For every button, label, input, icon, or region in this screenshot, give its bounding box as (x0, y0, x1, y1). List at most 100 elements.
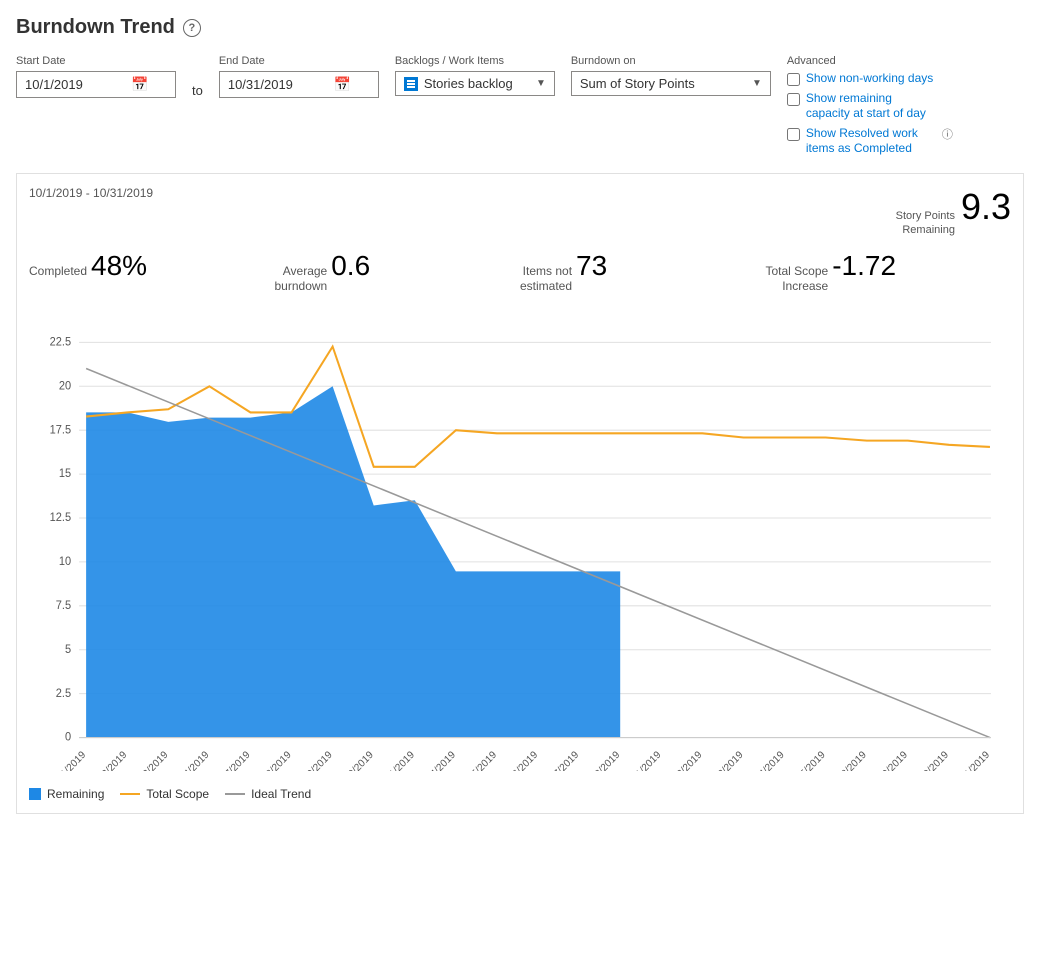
svg-text:10/16/2019: 10/16/2019 (497, 749, 540, 771)
start-date-calendar-icon[interactable]: 📅 (131, 76, 148, 93)
start-date-group: Start Date 📅 (16, 55, 176, 98)
svg-text:10/31/2019: 10/31/2019 (949, 749, 992, 771)
chart-section: 10/1/2019 - 10/31/2019 Story PointsRemai… (16, 173, 1024, 814)
svg-text:17.5: 17.5 (50, 424, 71, 436)
svg-text:10/30/2019: 10/30/2019 (908, 749, 951, 771)
legend-ideal-trend: Ideal Trend (225, 787, 311, 801)
legend-remaining-icon (29, 788, 41, 800)
advanced-group: Advanced Show non-working days Show rema… (787, 55, 953, 157)
svg-text:20: 20 (59, 380, 71, 392)
legend-ideal-trend-label: Ideal Trend (251, 787, 311, 801)
info-icon[interactable]: ? (183, 19, 201, 37)
legend-ideal-trend-icon (225, 793, 245, 795)
metric-scope-increase-value: -1.72 (832, 250, 896, 282)
end-date-group: End Date 📅 (219, 55, 379, 98)
story-points-value: 9.3 (961, 186, 1011, 228)
backlogs-label: Backlogs / Work Items (395, 55, 555, 67)
burndown-chart: 22.5 20 17.5 15 12.5 10 7.5 5 2.5 0 10/1… (29, 311, 1011, 771)
svg-text:10/21/2019: 10/21/2019 (620, 749, 663, 771)
backlogs-group: Backlogs / Work Items Stories backlog ▼ (395, 55, 555, 96)
svg-text:10/10/2019: 10/10/2019 (333, 749, 376, 771)
svg-text:12.5: 12.5 (50, 512, 71, 524)
burndown-label: Burndown on (571, 55, 771, 67)
svg-text:10/28/2019: 10/28/2019 (826, 749, 869, 771)
svg-text:10/17/2019: 10/17/2019 (538, 749, 581, 771)
svg-text:10/18/2019: 10/18/2019 (579, 749, 622, 771)
svg-text:0: 0 (65, 731, 71, 743)
end-date-wrapper[interactable]: 📅 (219, 71, 379, 98)
metric-not-estimated-value: 73 (576, 250, 607, 282)
metric-completed-label: Completed (29, 264, 87, 280)
svg-text:10/23/2019: 10/23/2019 (703, 749, 746, 771)
metrics-row: Completed 48% Averageburndown 0.6 Items … (29, 250, 1011, 295)
metric-burndown: Averageburndown 0.6 (275, 250, 521, 295)
legend-total-scope: Total Scope (120, 787, 209, 801)
svg-text:10/25/2019: 10/25/2019 (785, 749, 828, 771)
svg-text:22.5: 22.5 (50, 336, 71, 348)
svg-text:10/22/2019: 10/22/2019 (661, 749, 704, 771)
svg-text:10/24/2019: 10/24/2019 (744, 749, 787, 771)
legend-total-scope-label: Total Scope (146, 787, 209, 801)
story-points-remaining: Story PointsRemaining 9.3 (896, 186, 1011, 238)
metric-not-estimated: Items notestimated 73 (520, 250, 766, 295)
backlogs-chevron-icon: ▼ (536, 78, 546, 89)
svg-text:10/1/2019: 10/1/2019 (49, 749, 88, 771)
svg-text:15: 15 (59, 468, 71, 480)
metric-scope-increase-label: Total ScopeIncrease (766, 264, 829, 295)
svg-text:10/29/2019: 10/29/2019 (867, 749, 910, 771)
checkbox-resolved-items-input[interactable] (787, 128, 800, 141)
legend-remaining: Remaining (29, 787, 104, 801)
chart-legend: Remaining Total Scope Ideal Trend (29, 779, 1011, 801)
burndown-group: Burndown on Sum of Story Points ▼ (571, 55, 771, 96)
svg-text:10/14/2019: 10/14/2019 (415, 749, 458, 771)
to-separator: to (192, 83, 203, 98)
chart-container: 22.5 20 17.5 15 12.5 10 7.5 5 2.5 0 10/1… (29, 311, 1011, 771)
end-date-calendar-icon[interactable]: 📅 (334, 76, 351, 93)
chart-header: 10/1/2019 - 10/31/2019 Story PointsRemai… (29, 186, 1011, 238)
start-date-wrapper[interactable]: 📅 (16, 71, 176, 98)
backlog-icon (404, 77, 418, 91)
controls-row: Start Date 📅 to End Date 📅 Backlogs / Wo… (16, 55, 1024, 157)
svg-text:10/4/2019: 10/4/2019 (172, 749, 211, 771)
legend-remaining-label: Remaining (47, 787, 104, 801)
start-date-label: Start Date (16, 55, 176, 67)
backlogs-dropdown[interactable]: Stories backlog ▼ (395, 71, 555, 96)
checkbox-resolved-items-label[interactable]: Show Resolved work items as Completed (806, 126, 936, 157)
page-title: Burndown Trend ? (16, 16, 1024, 39)
svg-text:7.5: 7.5 (56, 600, 71, 612)
story-points-label: Story PointsRemaining (896, 209, 955, 238)
metric-scope-increase: Total ScopeIncrease -1.72 (766, 250, 1012, 295)
checkbox-resolved-items: Show Resolved work items as Completed ⓘ (787, 126, 953, 157)
svg-text:10/3/2019: 10/3/2019 (131, 749, 170, 771)
svg-text:5: 5 (65, 643, 71, 655)
end-date-input[interactable] (228, 77, 328, 92)
legend-total-scope-icon (120, 793, 140, 795)
svg-text:2.5: 2.5 (56, 687, 71, 699)
checkbox-non-working-days-input[interactable] (787, 73, 800, 86)
burndown-dropdown[interactable]: Sum of Story Points ▼ (571, 71, 771, 96)
date-range-text: 10/1/2019 - 10/31/2019 (29, 186, 153, 200)
burndown-value: Sum of Story Points (580, 76, 746, 91)
svg-text:10: 10 (59, 556, 71, 568)
checkbox-non-working-days-label[interactable]: Show non-working days (806, 71, 933, 87)
burndown-chevron-icon: ▼ (752, 78, 762, 89)
metric-not-estimated-label: Items notestimated (520, 264, 572, 295)
metric-burndown-label: Averageburndown (275, 264, 328, 295)
end-date-label: End Date (219, 55, 379, 67)
advanced-label: Advanced (787, 55, 953, 67)
svg-text:10/15/2019: 10/15/2019 (456, 749, 499, 771)
checkbox-remaining-capacity-input[interactable] (787, 93, 800, 106)
svg-text:10/7/2019: 10/7/2019 (213, 749, 252, 771)
metric-completed-value: 48% (91, 250, 147, 282)
svg-text:10/2/2019: 10/2/2019 (90, 749, 129, 771)
checkbox-remaining-capacity-label[interactable]: Show remaining capacity at start of day (806, 91, 936, 122)
metric-completed: Completed 48% (29, 250, 275, 282)
checkbox-non-working-days: Show non-working days (787, 71, 953, 87)
start-date-input[interactable] (25, 77, 125, 92)
backlogs-value: Stories backlog (424, 76, 530, 91)
svg-text:10/11/2019: 10/11/2019 (374, 749, 417, 771)
svg-text:10/8/2019: 10/8/2019 (255, 749, 294, 771)
resolved-info-icon[interactable]: ⓘ (942, 126, 953, 142)
svg-text:10/9/2019: 10/9/2019 (296, 749, 335, 771)
checkbox-remaining-capacity: Show remaining capacity at start of day (787, 91, 953, 122)
